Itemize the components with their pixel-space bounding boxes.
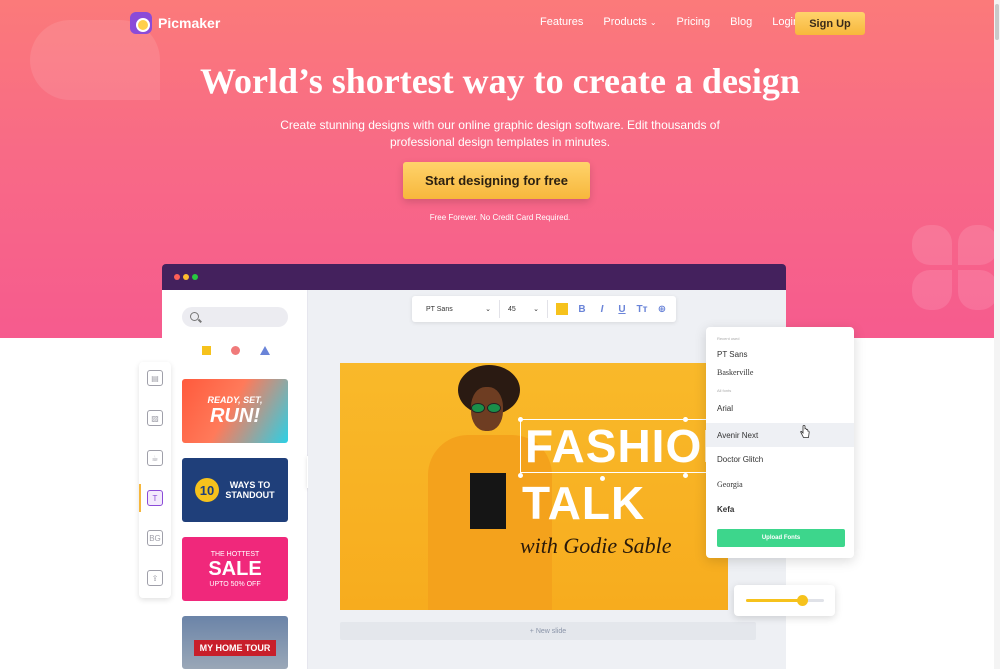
- decor-shape: [912, 270, 952, 310]
- font-family-select[interactable]: PT Sans ⌄: [418, 300, 500, 318]
- template-thumbnail[interactable]: THE HOTTEST SALE UPTO 50% OFF: [182, 537, 288, 601]
- window-close-dot: [174, 274, 180, 280]
- nav-blog[interactable]: Blog: [730, 16, 752, 28]
- template-text: THE HOTTEST: [210, 550, 260, 558]
- upload-fonts-button[interactable]: Upload Fonts: [717, 529, 845, 547]
- template-badge: 10: [195, 478, 219, 502]
- nav-pricing[interactable]: Pricing: [677, 16, 711, 28]
- hero-title: World’s shortest way to create a design: [200, 61, 800, 101]
- chevron-down-icon: ⌄: [533, 306, 539, 313]
- opacity-slider-card: [734, 585, 835, 616]
- font-family-value: PT Sans: [426, 305, 453, 313]
- image-icon[interactable]: ▨: [147, 410, 163, 426]
- text-icon[interactable]: T: [147, 490, 163, 506]
- pointer-hand-icon: [800, 425, 810, 438]
- template-text: SALE: [208, 557, 262, 580]
- slider-fill: [746, 599, 803, 602]
- resize-handle[interactable]: [518, 417, 523, 422]
- resize-handle[interactable]: [683, 417, 688, 422]
- scrollbar-thumb[interactable]: [995, 4, 999, 40]
- italic-button[interactable]: I: [596, 304, 608, 315]
- font-option[interactable]: Arial: [717, 404, 733, 413]
- design-subheadline-text[interactable]: TALK: [522, 477, 645, 529]
- font-section-label: Recent used: [717, 336, 740, 341]
- search-icon: [190, 312, 199, 321]
- font-size-select[interactable]: 45 ⌄: [508, 300, 548, 318]
- new-slide-button[interactable]: + New slide: [340, 622, 756, 640]
- font-section-label: All fonts: [717, 388, 732, 393]
- design-headline-text[interactable]: FASHION: [520, 419, 728, 473]
- picmaker-logo-icon: [130, 12, 152, 34]
- slider-track[interactable]: [746, 595, 824, 606]
- circle-shape-icon[interactable]: [231, 345, 240, 355]
- font-option[interactable]: Baskerville: [717, 368, 753, 377]
- tool-sidebar: ▤ ▨ ☕ T BG ⇪: [139, 362, 171, 598]
- window-minimize-dot: [183, 274, 189, 280]
- font-option[interactable]: Avenir Next: [706, 423, 854, 447]
- background-icon[interactable]: BG: [147, 530, 163, 546]
- text-color-swatch[interactable]: [556, 303, 568, 315]
- decor-shape: [958, 225, 998, 265]
- top-nav: Features Products ⌄ Pricing Blog Login: [540, 16, 819, 28]
- underline-button[interactable]: U: [616, 304, 628, 315]
- nav-products-label: Products: [603, 16, 647, 28]
- template-text: WAYS TO STANDOUT: [225, 480, 275, 500]
- template-thumbnail[interactable]: 10 WAYS TO STANDOUT: [182, 458, 288, 522]
- template-thumbnail[interactable]: MY HOME TOUR: [182, 616, 288, 669]
- design-signature-text[interactable]: with Godie Sable: [520, 533, 672, 559]
- template-search-input[interactable]: [182, 307, 288, 327]
- square-shape-icon[interactable]: [202, 345, 211, 355]
- model-shirt: [470, 473, 506, 529]
- design-canvas[interactable]: FASHION TALK with Godie Sable: [340, 363, 728, 610]
- zoom-icon[interactable]: ⊕: [656, 304, 668, 315]
- decor-shape: [958, 270, 998, 310]
- text-toolbar: PT Sans ⌄ 45 ⌄ B I U Tт ⊕: [412, 296, 676, 322]
- template-text: UPTO 50% OFF: [209, 580, 261, 588]
- start-designing-button[interactable]: Start designing for free: [403, 162, 590, 199]
- chevron-down-icon: ⌄: [485, 306, 491, 313]
- shape-picker: [182, 341, 288, 359]
- template-thumbnail[interactable]: READY, SET, RUN!: [182, 379, 288, 443]
- active-tool-indicator: [139, 484, 141, 512]
- brand-name: Picmaker: [158, 15, 221, 31]
- nav-features[interactable]: Features: [540, 16, 583, 28]
- font-option[interactable]: PT Sans: [717, 350, 748, 359]
- font-size-value: 45: [508, 305, 516, 313]
- template-text: RUN!: [209, 404, 260, 427]
- chevron-down-icon: ⌄: [649, 18, 657, 27]
- brand-logo[interactable]: Picmaker: [130, 12, 220, 34]
- font-option[interactable]: Georgia: [717, 480, 743, 489]
- cta-note: Free Forever. No Credit Card Required.: [429, 213, 571, 222]
- font-option[interactable]: Kefa: [717, 505, 734, 514]
- upload-icon[interactable]: ⇪: [147, 570, 163, 586]
- slider-knob[interactable]: [796, 595, 808, 606]
- hero-subtitle: Create stunning designs with our online …: [280, 118, 720, 149]
- decor-shape: [912, 225, 952, 265]
- text-case-button[interactable]: Tт: [636, 304, 648, 315]
- font-dropdown-panel: Recent used PT Sans Baskerville All font…: [706, 327, 854, 558]
- triangle-shape-icon[interactable]: [260, 345, 270, 355]
- signup-button[interactable]: Sign Up: [795, 12, 865, 35]
- nav-products[interactable]: Products ⌄: [603, 16, 656, 28]
- font-option[interactable]: Doctor Glitch: [717, 455, 763, 464]
- bold-button[interactable]: B: [576, 304, 588, 315]
- page-scrollbar[interactable]: [994, 0, 1000, 669]
- template-text: READY, SET,: [207, 394, 263, 405]
- template-text: MY HOME TOUR: [193, 639, 277, 656]
- cup-icon[interactable]: ☕: [147, 450, 163, 466]
- resize-handle[interactable]: [683, 473, 688, 478]
- app-window-titlebar: [162, 264, 786, 290]
- templates-icon[interactable]: ▤: [147, 370, 163, 386]
- model-glasses: [471, 403, 503, 413]
- window-maximize-dot: [192, 274, 198, 280]
